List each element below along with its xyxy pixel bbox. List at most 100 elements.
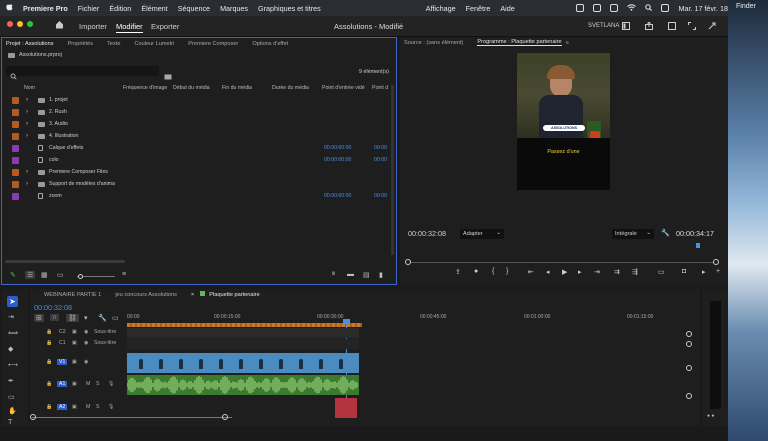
go-to-out-icon[interactable]: ⇥: [594, 268, 600, 276]
track-select-tool-icon[interactable]: ⇥: [8, 313, 14, 321]
status-icon-3[interactable]: [610, 4, 619, 12]
progress-icon[interactable]: [668, 22, 676, 32]
menu-sequence[interactable]: Séquence: [178, 4, 210, 13]
chevron-right-icon[interactable]: ›: [26, 121, 28, 127]
playhead-handle[interactable]: [343, 319, 350, 324]
window-controls[interactable]: [6, 20, 40, 30]
settings-wrench-icon[interactable]: 🔧: [98, 314, 107, 322]
eye-icon[interactable]: ◉: [84, 359, 89, 365]
snap-icon[interactable]: ∩: [50, 314, 60, 321]
sync-lock-icon[interactable]: ▣: [72, 359, 77, 365]
col-frequence[interactable]: Fréquence d'image: [123, 85, 167, 91]
track-target-a1[interactable]: A1: [57, 381, 68, 387]
play-icon[interactable]: ▶: [562, 268, 567, 276]
tab-importer[interactable]: Importer: [79, 22, 107, 31]
label-color-chip[interactable]: [12, 192, 19, 200]
tab-texte[interactable]: Texte: [107, 41, 120, 47]
chevron-right-icon[interactable]: ›: [26, 109, 28, 115]
track-scroll-circle[interactable]: [686, 341, 692, 347]
timeline-scrollbar[interactable]: [32, 417, 232, 418]
eye-icon[interactable]: ◉: [84, 340, 89, 346]
add-button-icon[interactable]: +: [716, 268, 720, 275]
tab-proprietes[interactable]: Propriétés: [68, 41, 94, 47]
tab-modifier[interactable]: Modifier: [116, 22, 143, 33]
list-item[interactable]: › 1. projet: [2, 94, 394, 106]
lock-icon[interactable]: 🔒: [46, 359, 52, 365]
slip-tool-icon[interactable]: ⟷: [8, 361, 18, 369]
vertical-scrollbar[interactable]: [391, 85, 394, 255]
label-color-chip[interactable]: [12, 156, 19, 164]
share-icon[interactable]: [645, 21, 653, 32]
menu-app-name[interactable]: Premiere Pro: [23, 4, 68, 13]
lock-icon[interactable]: 🔒: [46, 329, 52, 335]
tab-lumetri[interactable]: Couleur Lumetri: [134, 41, 174, 47]
selection-tool-icon[interactable]: ➤: [7, 296, 18, 307]
step-back-icon[interactable]: ◂: [546, 268, 550, 276]
solo-button[interactable]: S: [96, 404, 99, 410]
tab-projet[interactable]: Projet : Assolutions: [6, 41, 54, 47]
go-to-in-icon[interactable]: ⇤: [528, 268, 534, 276]
tab-plaquette[interactable]: × Plaquette partenaire: [191, 291, 274, 298]
step-forward-icon[interactable]: ▸: [578, 268, 582, 276]
icon-view-icon[interactable]: ▦: [41, 271, 48, 279]
microphone-icon[interactable]: 🎙: [108, 404, 114, 410]
tab-source[interactable]: Source : (sans élément): [404, 40, 463, 46]
sync-lock-icon[interactable]: ▣: [72, 404, 77, 410]
clip-video-v1[interactable]: [127, 353, 359, 373]
new-item-icon[interactable]: ▤: [363, 271, 370, 279]
nest-icon[interactable]: ⊞: [34, 314, 44, 322]
hand-tool-icon[interactable]: ✋: [8, 407, 17, 415]
zoom-slider-handle[interactable]: [78, 274, 83, 279]
insert-icon[interactable]: ⇉: [614, 268, 620, 276]
list-item[interactable]: › Premiere Composer Files: [2, 166, 394, 178]
col-nom[interactable]: Nom: [24, 85, 35, 91]
track-scroll-circle[interactable]: [686, 393, 692, 399]
list-item[interactable]: Calque d'effets 00:00:00:00 00:00: [2, 142, 394, 154]
tab-jeu-concours[interactable]: jeu concours Assolutions: [115, 292, 177, 298]
track-target-c2[interactable]: C2: [57, 329, 68, 335]
menu-marques[interactable]: Marques: [220, 4, 248, 13]
timeline-scroll-handle-right[interactable]: [222, 414, 228, 420]
sync-lock-icon[interactable]: ▣: [72, 340, 77, 346]
col-debut[interactable]: Début du média: [173, 85, 210, 91]
label-color-chip[interactable]: [12, 120, 19, 128]
lock-icon[interactable]: 🔒: [46, 381, 52, 387]
col-point-entree[interactable]: Point d'entrée vidé: [322, 85, 365, 91]
razor-tool-icon[interactable]: ◆: [8, 345, 13, 353]
chevron-right-icon[interactable]: ›: [26, 97, 28, 103]
ripple-edit-tool-icon[interactable]: ⟺: [8, 329, 18, 337]
label-color-chip[interactable]: [12, 180, 19, 188]
fit-dropdown[interactable]: Adapter ⌄: [460, 229, 504, 239]
label-color-chip[interactable]: [12, 132, 19, 140]
menu-affichage[interactable]: Affichage: [426, 4, 456, 13]
sort-icon[interactable]: ≡: [122, 271, 126, 278]
program-timecode[interactable]: 00:00:32:08: [408, 229, 446, 238]
lock-icon[interactable]: 🔒: [46, 340, 52, 346]
program-playhead[interactable]: [696, 243, 700, 248]
clip-caption-c2[interactable]: [127, 328, 359, 338]
search-icon[interactable]: [645, 3, 653, 13]
track-target-a2[interactable]: A2: [57, 404, 68, 410]
label-color-chip[interactable]: [12, 96, 19, 104]
type-tool-icon[interactable]: T: [8, 419, 12, 426]
solo-button[interactable]: S: [96, 381, 99, 387]
program-ruler[interactable]: [408, 243, 716, 249]
tab-programme[interactable]: Programme : Plaquette partenaire: [477, 39, 562, 46]
freeform-view-icon[interactable]: ▭: [57, 271, 64, 279]
label-color-chip[interactable]: [12, 168, 19, 176]
solo-buttons[interactable]: ● ●: [707, 413, 714, 419]
mark-in-icon[interactable]: {: [492, 268, 494, 275]
timeline-scroll-handle-left[interactable]: [30, 414, 36, 420]
marker-icon[interactable]: ●: [474, 268, 478, 275]
new-bin-icon[interactable]: [164, 67, 172, 85]
menu-edition[interactable]: Édition: [109, 4, 131, 13]
menu-element[interactable]: Élément: [141, 4, 167, 13]
list-item[interactable]: › 4. Illustration: [2, 130, 394, 142]
pencil-icon[interactable]: ✎: [10, 271, 16, 279]
menu-aide[interactable]: Aide: [500, 4, 514, 13]
list-item[interactable]: zoom 00:00:00:00 00:00: [2, 190, 394, 202]
home-icon[interactable]: [55, 20, 64, 31]
chevron-right-icon[interactable]: ›: [26, 181, 28, 187]
work-area-bar[interactable]: [127, 323, 362, 327]
automate-icon[interactable]: Ⅲ: [332, 271, 335, 277]
